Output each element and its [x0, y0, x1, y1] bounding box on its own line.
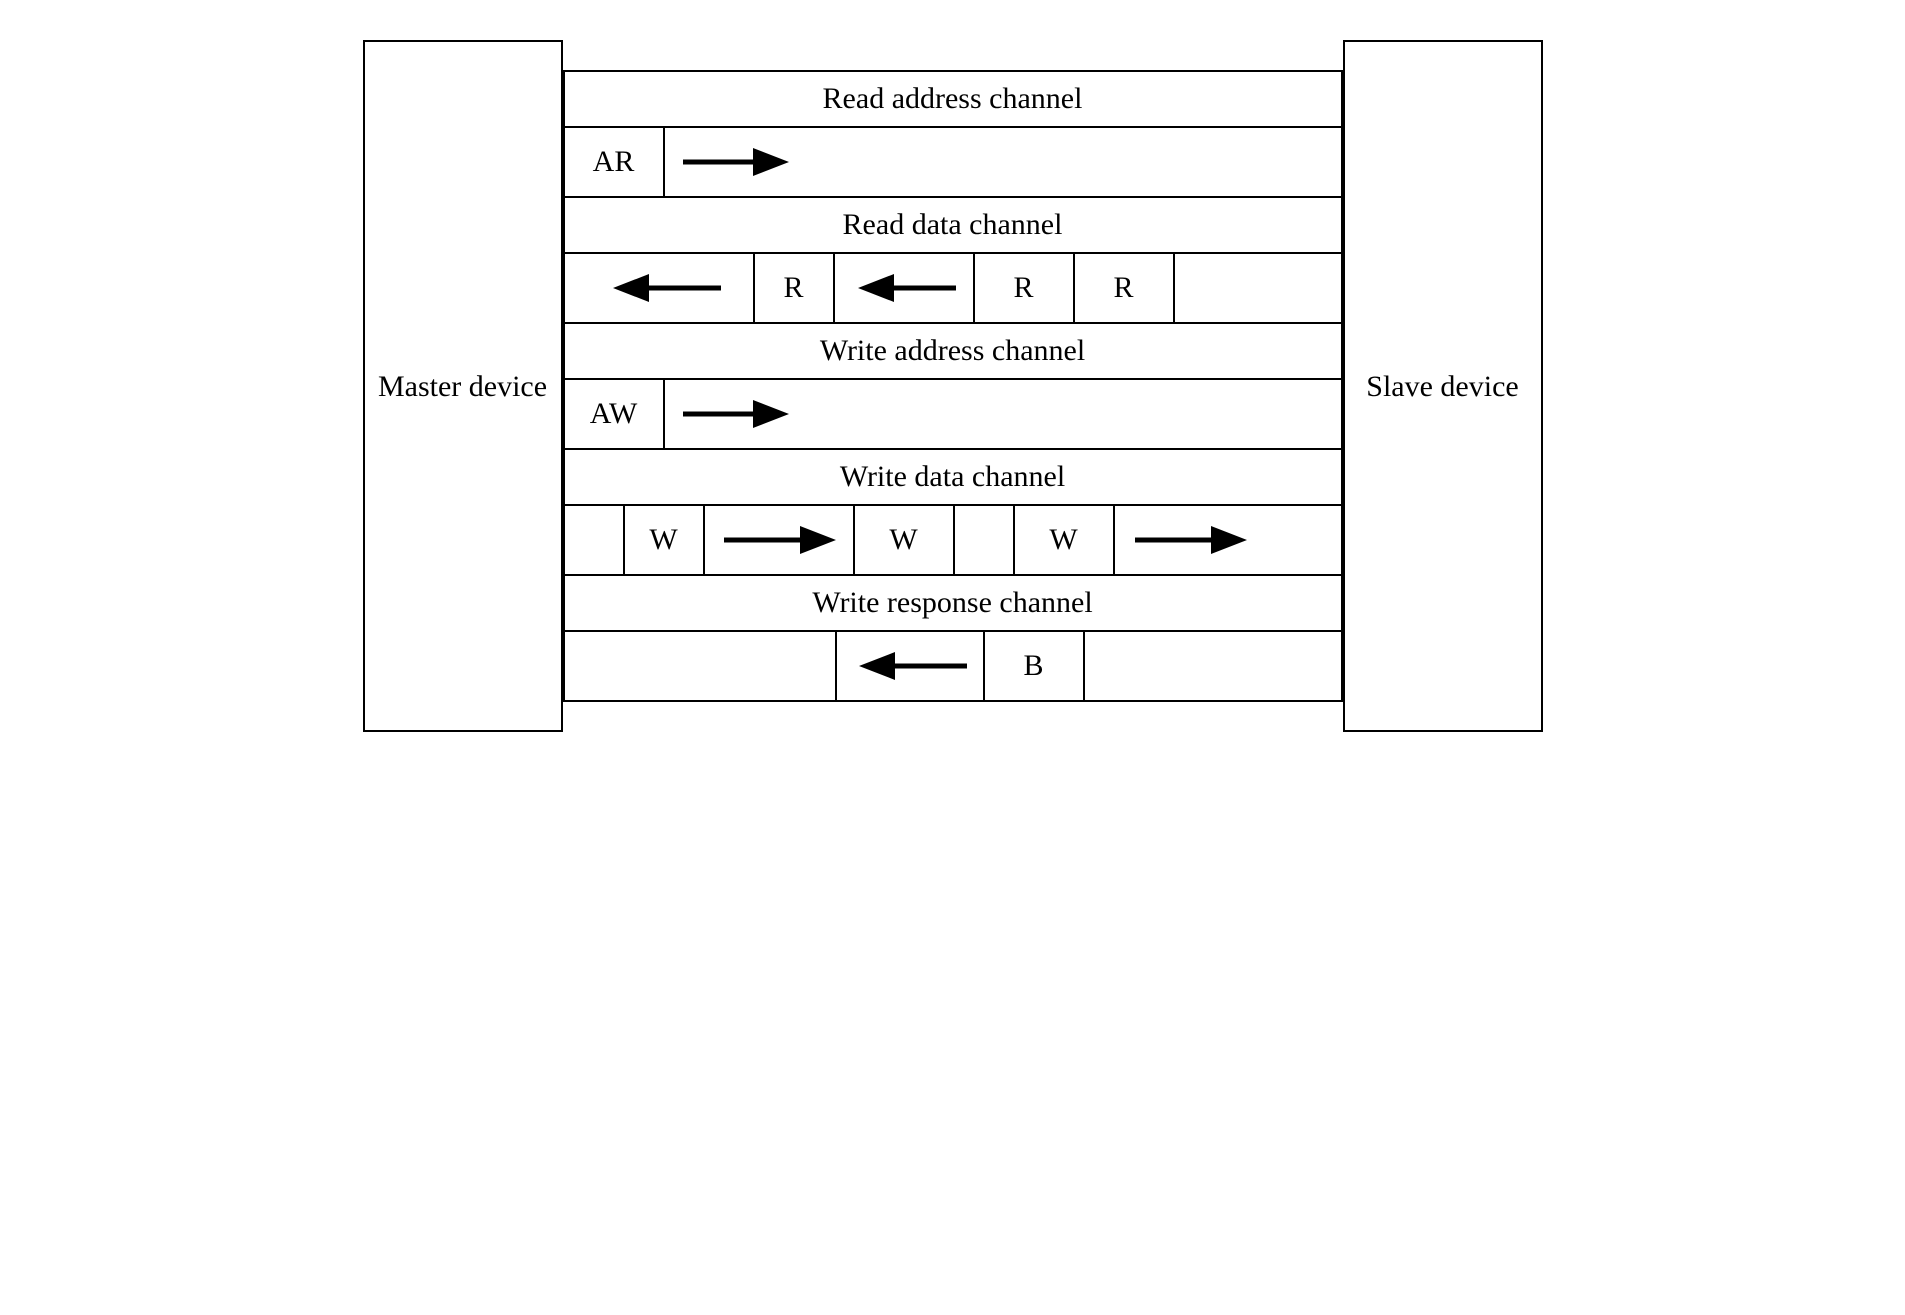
aw-arrow-cell — [665, 380, 805, 448]
slave-device-box: Slave device — [1343, 40, 1543, 732]
r-arrow1-cell — [565, 254, 755, 322]
ar-spacer — [805, 128, 1341, 196]
write-address-header: Write address channel — [563, 324, 1343, 380]
arrow-right-icon — [1125, 520, 1255, 560]
master-device-box: Master device — [363, 40, 563, 732]
b-cell: B — [985, 632, 1085, 700]
ar-cell: AR — [565, 128, 665, 196]
read-data-row: R R R — [563, 254, 1343, 324]
w1-cell: W — [625, 506, 705, 574]
write-data-channel: Write data channel W W W — [563, 450, 1343, 576]
write-data-header: Write data channel — [563, 450, 1343, 506]
write-data-row: W W W — [563, 506, 1343, 576]
arrow-left-icon — [845, 646, 975, 686]
b-arrow-cell — [835, 632, 985, 700]
read-address-row: AR — [563, 128, 1343, 198]
read-data-channel: Read data channel R R R — [563, 198, 1343, 324]
write-address-channel: Write address channel AW — [563, 324, 1343, 450]
master-device-label: Master device — [378, 367, 547, 406]
arrow-left-icon — [589, 268, 729, 308]
r-spacer — [1175, 254, 1341, 322]
aw-spacer — [805, 380, 1341, 448]
read-data-header: Read data channel — [563, 198, 1343, 254]
w-arrow1-cell — [705, 506, 855, 574]
w-pre-spacer — [565, 506, 625, 574]
r3-cell: R — [1075, 254, 1175, 322]
arrow-right-icon — [675, 394, 795, 434]
write-response-header: Write response channel — [563, 576, 1343, 632]
w3-cell: W — [1015, 506, 1115, 574]
aw-cell: AW — [565, 380, 665, 448]
write-address-row: AW — [563, 380, 1343, 450]
read-address-header: Read address channel — [563, 70, 1343, 128]
write-response-row: B — [563, 632, 1343, 702]
w-arrow2-cell — [1115, 506, 1265, 574]
ar-arrow-cell — [665, 128, 805, 196]
w-post-spacer — [1265, 506, 1341, 574]
r2-cell: R — [975, 254, 1075, 322]
r-arrow2-cell — [835, 254, 975, 322]
b-post-spacer — [1085, 632, 1341, 700]
w-mid-spacer — [955, 506, 1015, 574]
r1-cell: R — [755, 254, 835, 322]
arrow-right-icon — [675, 142, 795, 182]
axi-channels-diagram: Master device Read address channel AR Re… — [40, 40, 1865, 732]
channels-column: Read address channel AR Read data channe… — [563, 40, 1343, 732]
slave-device-label: Slave device — [1366, 367, 1518, 406]
write-response-channel: Write response channel B — [563, 576, 1343, 702]
b-pre-spacer — [565, 632, 835, 700]
w2-cell: W — [855, 506, 955, 574]
arrow-right-icon — [714, 520, 844, 560]
read-address-channel: Read address channel AR — [563, 70, 1343, 198]
arrow-left-icon — [844, 268, 964, 308]
